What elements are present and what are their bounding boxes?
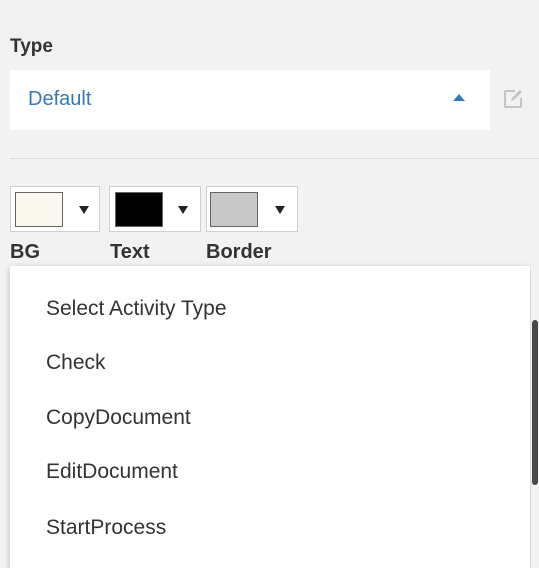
dropdown-item-copydocument[interactable]: CopyDocument (46, 406, 191, 430)
divider (10, 158, 539, 159)
dropdown-item-startprocess[interactable]: StartProcess (46, 516, 166, 540)
edit-icon[interactable] (502, 88, 524, 110)
dropdown-item-check[interactable]: Check (46, 351, 106, 375)
type-label: Type (10, 36, 53, 57)
bg-color-swatch (15, 192, 63, 227)
caret-down-icon (178, 206, 188, 214)
bg-color-label: BG (10, 241, 40, 263)
caret-down-icon (275, 206, 285, 214)
dropdown-item-editdocument[interactable]: EditDocument (46, 460, 178, 484)
bg-color-picker[interactable] (10, 186, 100, 232)
type-select-value: Default (28, 88, 92, 110)
caret-down-icon (79, 206, 89, 214)
border-color-label: Border (206, 241, 272, 263)
activity-type-dropdown: Select Activity Type Check CopyDocument … (10, 266, 530, 568)
scrollbar-thumb[interactable] (532, 320, 538, 485)
type-select[interactable]: Default (10, 70, 490, 130)
border-color-swatch (210, 192, 258, 227)
dropdown-item-select-activity-type[interactable]: Select Activity Type (46, 297, 227, 321)
caret-up-icon[interactable] (453, 94, 465, 101)
text-color-picker[interactable] (109, 186, 201, 232)
text-color-label: Text (110, 241, 150, 263)
border-color-picker[interactable] (206, 186, 298, 232)
text-color-swatch (115, 192, 163, 227)
